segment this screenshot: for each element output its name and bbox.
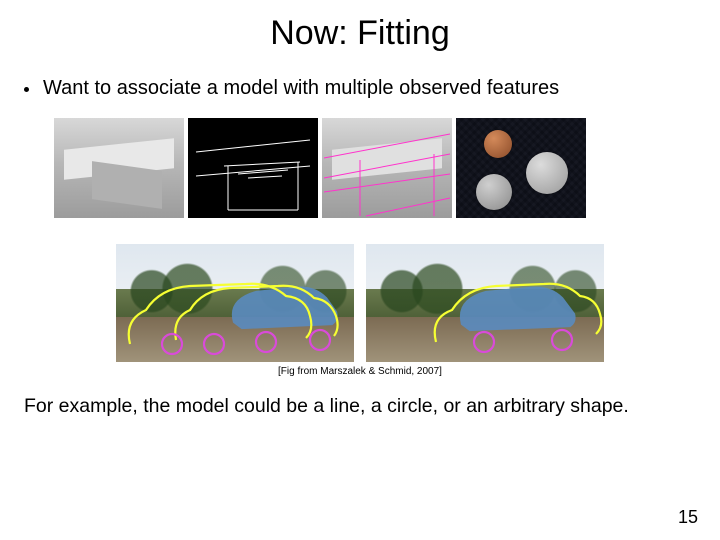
figure-row-1 [0, 100, 720, 218]
figure-row-2 [0, 218, 720, 362]
conclusion-text: For example, the model could be a line, … [0, 377, 720, 418]
figure-citation: [Fig from Marszalek & Schmid, 2007] [0, 362, 720, 377]
slide-title: Now: Fitting [0, 0, 720, 53]
bullet-item: Want to associate a model with multiple … [0, 53, 720, 100]
figure-line-fitting [322, 118, 452, 218]
bullet-text: Want to associate a model with multiple … [43, 77, 559, 100]
page-number: 15 [678, 507, 698, 528]
figure-coins-circles [456, 118, 586, 218]
figure-edge-detection [188, 118, 318, 218]
bullet-dot-icon [24, 87, 29, 92]
figure-car-shape-model-2 [366, 244, 604, 362]
figure-grayscale-object [54, 118, 184, 218]
figure-car-shape-model-1 [116, 244, 354, 362]
